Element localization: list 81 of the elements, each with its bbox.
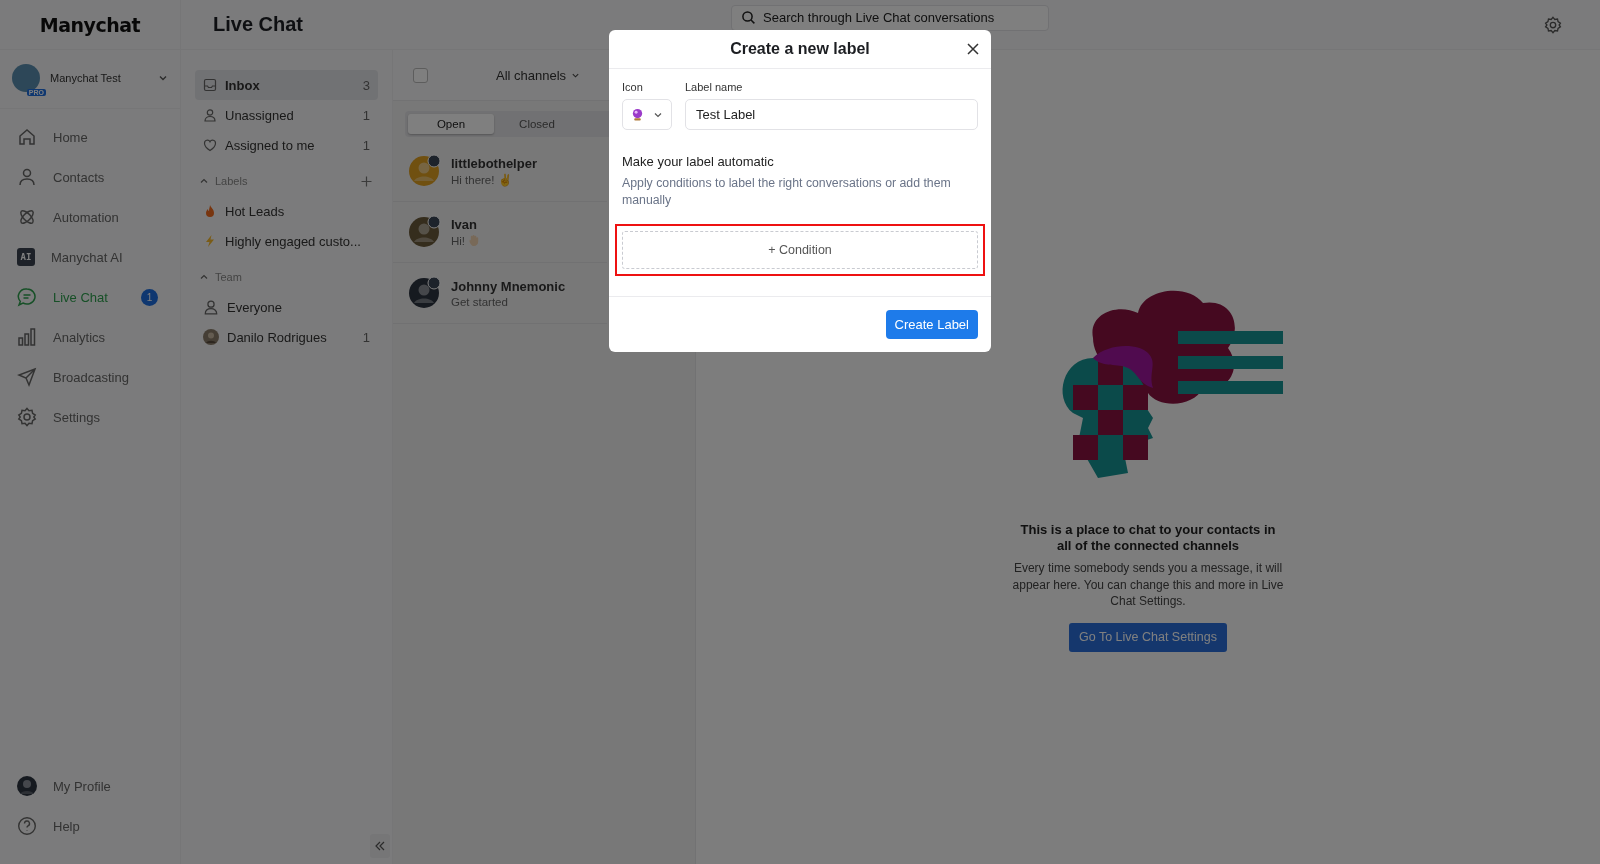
home-icon <box>17 127 37 147</box>
nav-item[interactable]: Live Chat 1 <box>0 277 180 317</box>
message-preview: Hi there! ✌ <box>451 172 512 187</box>
settings-icon <box>17 407 37 427</box>
empty-state-text: Every time somebody sends you a message, it will appear here. You can change this and more in Live Chat Settings. <box>1011 560 1285 610</box>
icon-picker[interactable] <box>622 99 672 130</box>
heart-icon <box>203 138 217 152</box>
nav-item[interactable]: My Profile <box>0 766 180 806</box>
folder-item[interactable]: Inbox 3 <box>195 70 378 100</box>
tab[interactable]: Closed <box>494 114 580 134</box>
contact-avatar <box>407 154 441 188</box>
section-title: Labels <box>215 175 249 187</box>
person-icon <box>17 167 37 187</box>
collapse-button[interactable] <box>370 834 390 858</box>
folder-item[interactable]: Highly engaged custo... <box>195 226 378 256</box>
paper-plane-icon <box>17 367 37 387</box>
folder-item[interactable]: Everyone <box>195 292 378 322</box>
chat-icon <box>17 287 37 307</box>
folder-item[interactable]: Hot Leads <box>195 196 378 226</box>
section-heading: Make your label automatic <box>622 154 775 169</box>
settings-icon[interactable] <box>1544 15 1562 34</box>
contact-avatar <box>407 215 441 249</box>
count: 1 <box>362 107 370 123</box>
page-title: Live Chat <box>213 13 305 36</box>
nav-item[interactable]: Analytics <box>0 317 180 357</box>
message-preview: Hi! <box>451 234 466 247</box>
nav-item[interactable]: Help <box>0 806 180 846</box>
description: Apply conditions to label the right conversations or add them manually <box>622 175 952 208</box>
inbox-icon <box>203 78 217 92</box>
nav-item[interactable]: AI Manychat AI <box>0 237 180 277</box>
channel-filter[interactable]: All channels <box>496 67 581 83</box>
help-icon <box>17 816 37 836</box>
chevron-icon[interactable] <box>199 176 209 186</box>
avatar-icon <box>17 776 37 796</box>
conversation-item[interactable]: Ivan Hi! <box>393 202 607 263</box>
ai-icon: AI <box>17 248 35 266</box>
nav-item[interactable]: Automation <box>0 197 180 237</box>
folder-item[interactable]: Danilo Rodrigues 1 <box>195 322 378 352</box>
count: 1 <box>362 137 370 153</box>
bar-chart-icon <box>17 327 37 347</box>
add-icon[interactable] <box>361 175 372 187</box>
atom-icon <box>17 207 37 227</box>
chevron-down-icon <box>158 73 168 83</box>
nav-item[interactable]: Broadcasting <box>0 357 180 397</box>
nav-item[interactable]: Contacts <box>0 157 180 197</box>
logo: Manychat <box>39 13 141 36</box>
crystal-ball-icon <box>631 108 644 121</box>
tab[interactable]: Open <box>408 114 494 134</box>
flame-icon <box>203 204 217 218</box>
count: 1 <box>362 329 370 345</box>
contact-name: littlebothelper <box>451 155 537 171</box>
nav-item[interactable]: Settings <box>0 397 180 437</box>
conversation-item[interactable]: Johnny Mnemonic Get started <box>393 263 607 324</box>
field-label: Label name <box>685 81 744 93</box>
contact-name: Ivan <box>451 217 478 232</box>
contact-avatar <box>407 276 441 310</box>
folder-item[interactable]: Unassigned 1 <box>195 100 378 130</box>
chevron-icon[interactable] <box>199 272 209 282</box>
person-icon <box>203 299 219 315</box>
unread-badge: 1 <box>141 288 158 306</box>
empty-state-heading: This is a place to chat to your contacts in all of the connected channels <box>1019 522 1277 554</box>
field-label: Icon <box>622 81 644 93</box>
select-all-checkbox[interactable] <box>413 67 428 83</box>
person-icon <box>203 108 217 122</box>
create-label-button[interactable]: Create Label <box>885 310 978 339</box>
avatar-icon <box>203 329 219 345</box>
settings-button[interactable]: Go To Live Chat Settings <box>1068 622 1227 652</box>
count: 3 <box>362 77 370 93</box>
nav-item[interactable]: Home <box>0 117 180 157</box>
dialog-title: Create a new label <box>730 40 870 58</box>
contact-name: Johnny Mnemonic <box>451 278 566 294</box>
conversation-item[interactable]: littlebothelper Hi there! ✌ <box>393 141 607 202</box>
folder-item[interactable]: Assigned to me 1 <box>195 130 378 160</box>
add-condition-button[interactable]: + Condition <box>622 231 978 269</box>
search-field[interactable]: Search through Live Chat conversations <box>731 4 1049 31</box>
label-name-field[interactable]: Test Label <box>685 99 978 130</box>
search-icon <box>742 11 755 24</box>
message-preview: Get started <box>451 295 508 308</box>
section-title: Team <box>215 271 243 283</box>
double-chevron-left-icon <box>374 840 386 852</box>
close-icon[interactable] <box>967 43 979 55</box>
